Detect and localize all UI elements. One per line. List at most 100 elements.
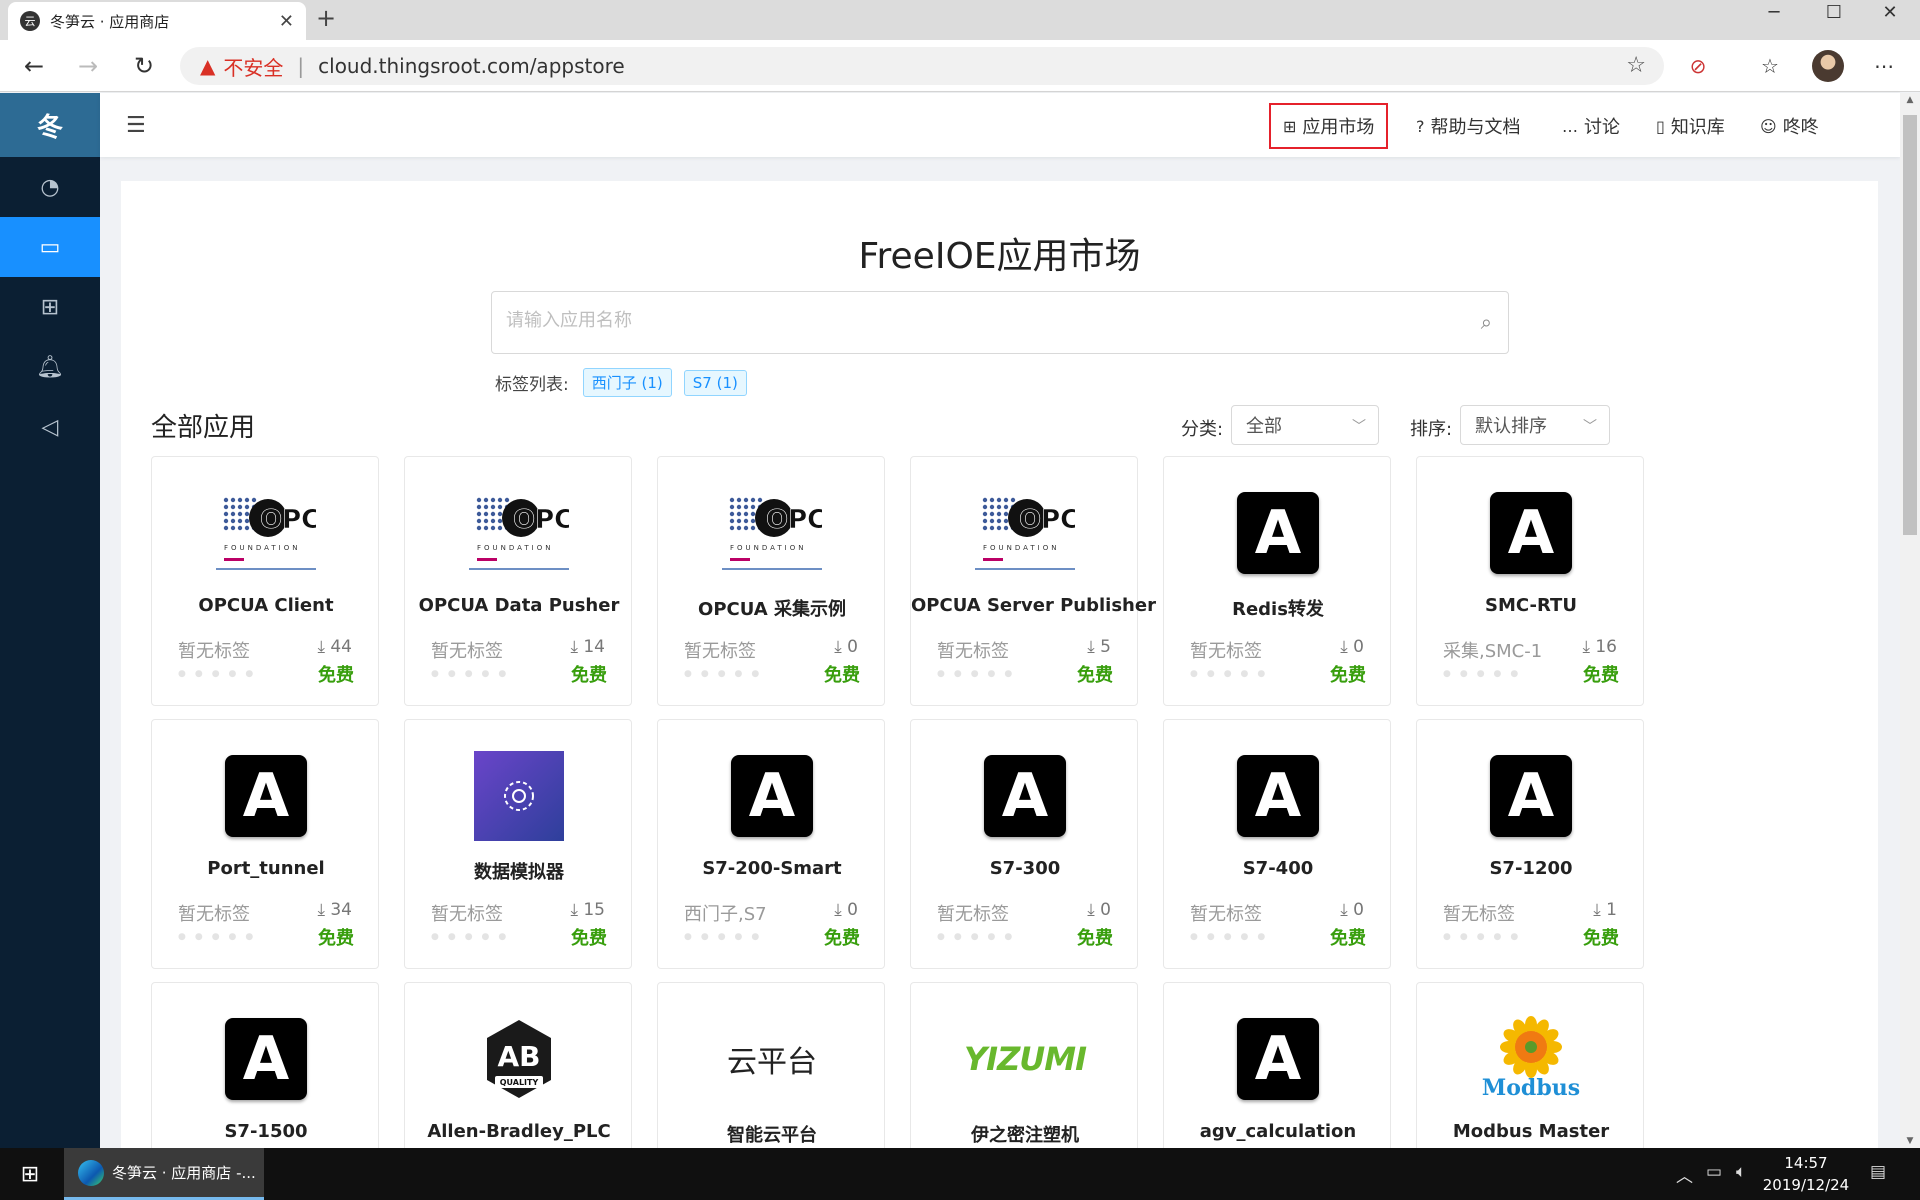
url-bar[interactable]: ▲ 不安全 | cloud.thingsroot.com/appstore ☆: [180, 47, 1664, 85]
app-logo: [469, 746, 569, 846]
nav-user[interactable]: ☺ 咚咚: [1760, 103, 1819, 149]
app-card[interactable]: YIZUMI 伊之密注塑机: [910, 982, 1138, 1151]
browser-tab[interactable]: 云 冬笋云 · 应用商店 ✕: [8, 2, 306, 40]
app-card[interactable]: 数据模拟器 暂无标签 ⤓ 15 ●●●●● 免费: [404, 719, 632, 969]
svg-text:OPC: OPC: [513, 505, 569, 535]
page-scrollbar[interactable]: ▲ ▼: [1900, 93, 1920, 1148]
tray-expand-icon[interactable]: ︿: [1676, 1162, 1693, 1187]
nav-discussion[interactable]: … 讨论: [1562, 103, 1620, 149]
section-title: 全部应用: [151, 413, 256, 443]
app-logo: Modbus: [1481, 1009, 1581, 1109]
chevron-down-icon: ﹀: [1352, 419, 1366, 435]
rating-stars: ●●●●●: [684, 932, 769, 942]
tag-chip-siemens[interactable]: 西门子 (1): [582, 368, 672, 397]
app-card[interactable]: A Redis转发 暂无标签 ⤓ 0 ●●●●● 免费: [1163, 456, 1391, 706]
app-tags: 暂无标签: [1443, 904, 1515, 925]
taskbar-browser-app[interactable]: 冬笋云 · 应用商店 -...: [64, 1148, 264, 1200]
minimize-icon[interactable]: ─: [1754, 2, 1794, 23]
sidebar-item-apps[interactable]: ⊞: [0, 277, 100, 337]
left-sidebar: 冬 ◔ ▭ ⊞ 🔔︎ ◁: [0, 93, 100, 1148]
app-default-icon: A: [225, 1018, 307, 1100]
sidebar-item-alerts[interactable]: 🔔︎: [0, 337, 100, 397]
app-card[interactable]: Modbus Modbus Master: [1416, 982, 1644, 1151]
app-card[interactable]: A S7-200-Smart 西门子,S7 ⤓ 0 ●●●●● 免费: [657, 719, 885, 969]
favorites-list-icon[interactable]: ☆: [1754, 50, 1786, 82]
app-price: 免费: [1330, 665, 1366, 686]
app-card[interactable]: Aagv_calculation: [1163, 982, 1391, 1151]
app-logo: OPC FOUNDATION: [469, 483, 569, 583]
search-icon[interactable]: ⌕: [1481, 310, 1492, 334]
app-card[interactable]: A S7-400 暂无标签 ⤓ 0 ●●●●● 免费: [1163, 719, 1391, 969]
tag-chip-s7[interactable]: S7 (1): [683, 369, 747, 396]
app-card[interactable]: OPC FOUNDATION OPCUA 采集示例 暂无标签 ⤓ 0 ●●●●● 免费: [657, 456, 885, 706]
os-taskbar: ⊞ 冬笋云 · 应用商店 -... ︿ ▭ 🔈︎ 14:57 2019/12/2…: [0, 1148, 1920, 1200]
clock-date: 2019/12/24: [1762, 1176, 1850, 1194]
back-icon[interactable]: ←: [18, 50, 50, 82]
svg-text:AB: AB: [497, 1040, 540, 1073]
nav-knowledge-base[interactable]: ▯ 知识库: [1656, 103, 1725, 149]
search-input[interactable]: [506, 310, 1406, 331]
category-select[interactable]: 全部 ﹀: [1231, 405, 1379, 445]
rating-stars: ●●●●●: [431, 669, 516, 679]
sidebar-item-dashboard[interactable]: ◔: [0, 157, 100, 217]
sort-select[interactable]: 默认排序 ﹀: [1460, 405, 1610, 445]
profile-avatar[interactable]: [1812, 50, 1844, 82]
tab-close-icon[interactable]: ✕: [279, 11, 294, 32]
app-card[interactable]: OPC FOUNDATION OPCUA Client 暂无标签 ⤓ 44 ●●●●● 免费: [151, 456, 379, 706]
app-card[interactable]: A S7-300 暂无标签 ⤓ 0 ●●●●● 免费: [910, 719, 1138, 969]
download-icon: ⤓: [1340, 637, 1354, 657]
system-clock[interactable]: 14:57 2019/12/24: [1758, 1152, 1854, 1196]
app-name: 伊之密注塑机: [971, 1125, 1079, 1146]
rating-stars: ●●●●●: [178, 669, 263, 679]
sort-select-value: 默认排序: [1475, 416, 1547, 437]
search-box[interactable]: ⌕: [491, 291, 1509, 354]
apps-grid-icon: ⊞: [40, 294, 60, 320]
sidebar-item-messages[interactable]: ◁: [0, 397, 100, 457]
app-card[interactable]: A Port_tunnel 暂无标签 ⤓ 34 ●●●●● 免费: [151, 719, 379, 969]
opc-foundation-logo-icon: OPC FOUNDATION: [216, 497, 316, 570]
favorite-star-icon[interactable]: ☆: [1626, 53, 1646, 78]
app-card[interactable]: OPC FOUNDATION OPCUA Server Publisher 暂无标签 ⤓…: [910, 456, 1156, 706]
volume-icon[interactable]: 🔈︎: [1736, 1162, 1746, 1182]
maximize-icon[interactable]: ☐: [1814, 2, 1854, 23]
app-card[interactable]: 云平台 智能云平台: [657, 982, 885, 1151]
app-logo: A: [1481, 746, 1581, 846]
sidebar-item-devices[interactable]: ▭: [0, 217, 100, 277]
network-icon[interactable]: ▭: [1706, 1162, 1722, 1182]
app-name: OPCUA 采集示例: [698, 599, 846, 620]
nav-app-market[interactable]: ⊞ 应用市场: [1269, 103, 1389, 149]
app-card[interactable]: OPC FOUNDATION OPCUA Data Pusher 暂无标签 ⤓ 14 ●●…: [404, 456, 632, 706]
app-card[interactable]: A SMC-RTU 采集,SMC-1 ⤓ 16 ●●●●● 免费: [1416, 456, 1644, 706]
bell-icon: 🔔︎: [36, 354, 64, 380]
app-card[interactable]: AB QUALITY Allen-Bradley_PLC: [404, 982, 632, 1151]
extension-icon[interactable]: ⊘: [1682, 50, 1714, 82]
windows-start-icon[interactable]: ⊞: [0, 1148, 60, 1200]
download-count: ⤓ 0: [1340, 900, 1364, 920]
scroll-down-icon[interactable]: ▼: [1900, 1136, 1920, 1146]
app-name: OPCUA Data Pusher: [418, 595, 620, 616]
nav-help-docs[interactable]: ? 帮助与文档: [1416, 103, 1521, 149]
download-count: ⤓ 5: [1087, 637, 1111, 657]
forward-icon[interactable]: →: [72, 50, 104, 82]
app-logo: A: [216, 746, 316, 846]
reload-icon[interactable]: ↻: [128, 50, 160, 82]
window-close-icon[interactable]: ✕: [1870, 2, 1910, 23]
new-tab-icon[interactable]: +: [312, 4, 340, 32]
app-tags: 西门子,S7: [684, 904, 767, 925]
app-price: 免费: [571, 928, 607, 949]
more-menu-icon[interactable]: ⋯: [1868, 50, 1900, 82]
scroll-thumb[interactable]: [1903, 115, 1917, 535]
app-card[interactable]: A S7-1200 暂无标签 ⤓ 1 ●●●●● 免费: [1416, 719, 1644, 969]
app-logo: AB QUALITY: [469, 1009, 569, 1109]
brand-logo[interactable]: 冬: [0, 93, 100, 157]
chat-bubble-icon: …: [1562, 116, 1578, 136]
nav-app-market-label: 应用市场: [1302, 117, 1375, 138]
menu-fold-icon[interactable]: ☰: [126, 113, 146, 138]
scroll-up-icon[interactable]: ▲: [1900, 95, 1920, 105]
app-logo: OPC FOUNDATION: [722, 483, 822, 583]
app-card[interactable]: A S7-1500: [151, 982, 379, 1151]
notification-center-icon[interactable]: ▤: [1870, 1162, 1886, 1182]
megaphone-icon: ◁: [41, 414, 59, 440]
download-count: ⤓ 15: [570, 900, 605, 920]
app-price: 免费: [824, 928, 860, 949]
